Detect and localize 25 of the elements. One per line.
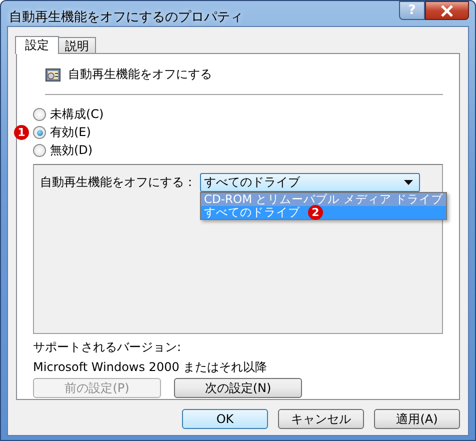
dropdown-item[interactable]: すべてのドライブ 2 bbox=[201, 206, 446, 219]
radio-label[interactable]: 有効(E) bbox=[50, 124, 91, 141]
close-button[interactable] bbox=[425, 1, 469, 20]
supported-value: Microsoft Windows 2000 またはそれ以降 bbox=[33, 360, 268, 374]
radio-button[interactable] bbox=[33, 126, 46, 139]
option-label: 自動再生機能をオフにする： bbox=[40, 174, 196, 191]
callout-badge: 2 bbox=[308, 205, 323, 220]
window-title: 自動再生機能をオフにするのプロパティ bbox=[9, 9, 243, 26]
supported-label: サポートされるバージョン: bbox=[33, 340, 182, 354]
radio-button[interactable] bbox=[33, 144, 46, 157]
caret-icon bbox=[404, 180, 413, 185]
dialog-button[interactable]: OK bbox=[182, 409, 268, 429]
callout-badge: 1 bbox=[14, 125, 29, 140]
radio-label[interactable]: 無効(D) bbox=[50, 142, 93, 159]
dropdown[interactable]: すべてのドライブ bbox=[200, 173, 420, 192]
tab[interactable]: 設定 bbox=[15, 36, 59, 54]
tab[interactable]: 説明 bbox=[58, 37, 96, 53]
dialog-button[interactable]: 適用(A) bbox=[374, 409, 460, 429]
nav-button[interactable]: 次の設定(N) bbox=[174, 378, 302, 398]
radio-button[interactable] bbox=[33, 108, 46, 121]
close-icon bbox=[440, 4, 454, 16]
policy-title: 自動再生機能をオフにする bbox=[68, 66, 212, 83]
radio-label[interactable]: 未構成(C) bbox=[50, 106, 104, 123]
policy-icon bbox=[45, 66, 61, 82]
dialog-button[interactable]: キャンセル bbox=[278, 409, 364, 429]
